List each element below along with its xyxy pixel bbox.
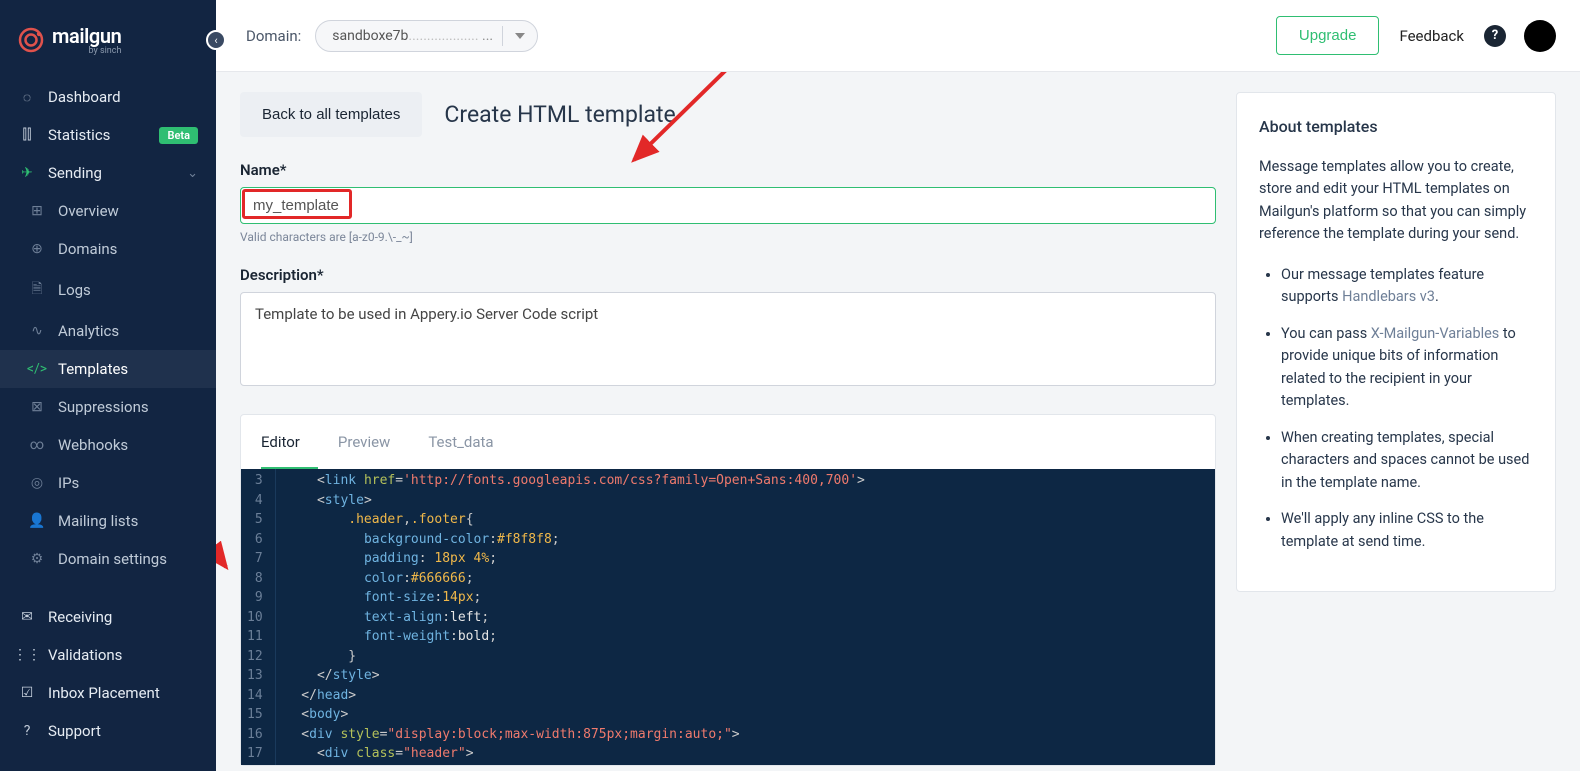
back-button[interactable]: Back to all templates xyxy=(240,92,422,137)
sidebar-item-overview[interactable]: ⊞Overview xyxy=(0,192,216,230)
logo: mailgun by sinch xyxy=(0,0,216,74)
help-icon: ? xyxy=(18,723,36,739)
bar-chart-icon: ⫿⫿ xyxy=(18,127,36,143)
about-bullet: We'll apply any inline CSS to the templa… xyxy=(1281,508,1533,553)
check-icon: ⋮⋮ xyxy=(18,647,36,663)
gear-icon: ⚙ xyxy=(28,551,46,567)
sidebar-item-analytics[interactable]: ∿Analytics xyxy=(0,312,216,350)
page-title: Create HTML template xyxy=(444,101,675,128)
code-editor[interactable]: 345678910111213141516171819202122 <link … xyxy=(241,469,1215,765)
line-gutter: 345678910111213141516171819202122 xyxy=(241,469,276,765)
sidebar-item-domain-settings[interactable]: ⚙Domain settings xyxy=(0,540,216,578)
pin-icon: ◎ xyxy=(28,475,46,491)
sidebar-item-receiving[interactable]: ✉Receiving xyxy=(0,598,216,636)
name-help-text: Valid characters are [a-z0-9.\-_~] xyxy=(240,230,1216,244)
line-chart-icon: ∿ xyxy=(28,323,46,339)
description-input[interactable] xyxy=(240,292,1216,386)
about-bullet: When creating templates, special charact… xyxy=(1281,427,1533,494)
about-intro: Message templates allow you to create, s… xyxy=(1259,156,1533,246)
mailgun-logo-icon xyxy=(18,27,44,53)
description-label: Description* xyxy=(240,266,1216,284)
code-icon: </> xyxy=(28,361,46,377)
name-label: Name* xyxy=(240,161,1216,179)
beta-badge: Beta xyxy=(159,127,198,144)
about-bullet: You can pass X-Mailgun-Variables to prov… xyxy=(1281,323,1533,413)
target-icon: ☑ xyxy=(18,685,36,701)
collapse-sidebar-button[interactable]: ‹ xyxy=(206,30,226,50)
tab-editor[interactable]: Editor xyxy=(261,415,318,469)
link-icon: ∞ xyxy=(28,437,46,453)
about-bullet: Our message templates feature supports H… xyxy=(1281,264,1533,309)
sidebar: mailgun by sinch ‹ ◌Dashboard ⫿⫿Statisti… xyxy=(0,0,216,771)
about-link[interactable]: Handlebars v3 xyxy=(1342,288,1435,305)
sidebar-item-statistics[interactable]: ⫿⫿StatisticsBeta xyxy=(0,116,216,154)
sidebar-item-inbox-placement[interactable]: ☑Inbox Placement xyxy=(0,674,216,712)
sidebar-item-logs[interactable]: 🗎Logs xyxy=(0,268,216,312)
editor-card: Editor Preview Test_data 345678910111213… xyxy=(240,414,1216,766)
sidebar-item-domains[interactable]: ⊕Domains xyxy=(0,230,216,268)
avatar[interactable] xyxy=(1524,20,1556,52)
user-icon: 👤 xyxy=(28,513,46,529)
send-icon: ✈ xyxy=(18,165,36,181)
about-bullets: Our message templates feature supports H… xyxy=(1259,264,1533,553)
chevron-down-icon: ⌄ xyxy=(187,166,198,181)
sidebar-item-templates[interactable]: </>Templates xyxy=(0,350,216,388)
grid-icon: ⊞ xyxy=(28,203,46,219)
sidebar-item-mailing-lists[interactable]: 👤Mailing lists xyxy=(0,502,216,540)
annotation-arrow-2 xyxy=(216,442,238,582)
sidebar-item-webhooks[interactable]: ∞Webhooks xyxy=(0,426,216,464)
domain-select[interactable]: sandboxe7b................... ... xyxy=(315,20,538,52)
sidebar-item-support[interactable]: ?Support xyxy=(0,712,216,750)
about-templates-panel: About templates Message templates allow … xyxy=(1236,92,1556,592)
globe-icon: ⊕ xyxy=(28,241,46,257)
chevron-left-icon: ‹ xyxy=(214,35,217,46)
sidebar-item-ips[interactable]: ◎IPs xyxy=(0,464,216,502)
tab-preview[interactable]: Preview xyxy=(338,415,408,469)
domain-label: Domain: xyxy=(246,27,301,45)
topbar: Domain: sandboxe7b................... ..… xyxy=(216,0,1580,72)
brand-sub: by sinch xyxy=(52,46,121,56)
gauge-icon: ◌ xyxy=(18,89,36,106)
sidebar-item-sending[interactable]: ✈Sending⌄ xyxy=(0,154,216,192)
sidebar-item-validations[interactable]: ⋮⋮Validations xyxy=(0,636,216,674)
inbox-icon: ✉ xyxy=(18,609,36,625)
domain-value: sandboxe7b................... ... xyxy=(332,28,493,44)
nav-list: ◌Dashboard ⫿⫿StatisticsBeta ✈Sending⌄ ⊞O… xyxy=(0,78,216,750)
sidebar-item-dashboard[interactable]: ◌Dashboard xyxy=(0,78,216,116)
tab-test-data[interactable]: Test_data xyxy=(428,415,511,469)
name-input[interactable] xyxy=(240,187,1216,224)
editor-tabs: Editor Preview Test_data xyxy=(241,415,1215,469)
about-link[interactable]: X-Mailgun-Variables xyxy=(1371,325,1499,342)
brand-name: mailgun xyxy=(52,24,121,48)
upgrade-button[interactable]: Upgrade xyxy=(1276,16,1380,55)
feedback-link[interactable]: Feedback xyxy=(1399,27,1464,45)
about-title: About templates xyxy=(1259,117,1533,136)
block-icon: ⊠ xyxy=(28,399,46,415)
help-button[interactable]: ? xyxy=(1484,25,1506,47)
code-content: <link href='http://fonts.googleapis.com/… xyxy=(276,469,1215,765)
sidebar-item-suppressions[interactable]: ⊠Suppressions xyxy=(0,388,216,426)
document-icon: 🗎 xyxy=(28,278,46,302)
